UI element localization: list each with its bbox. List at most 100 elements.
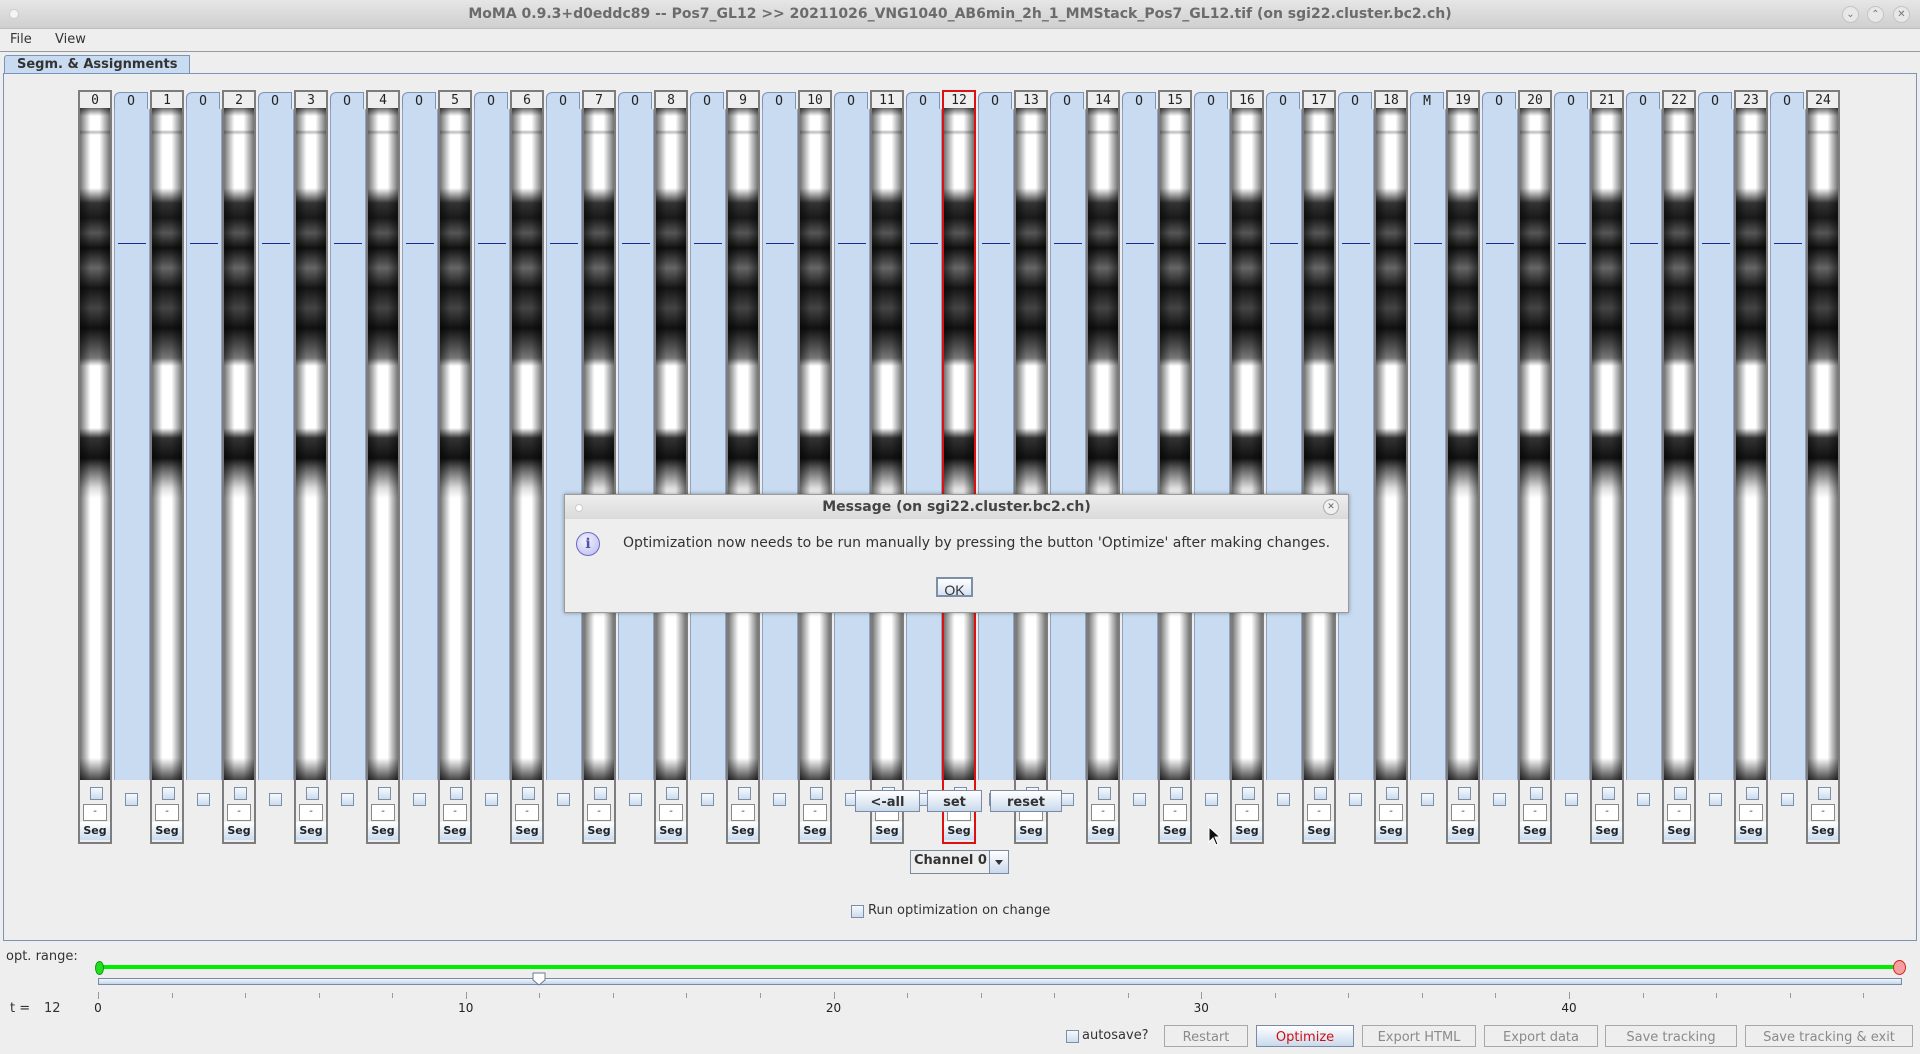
menu-file[interactable]: File	[10, 32, 32, 47]
run-optimization-checkbox[interactable]	[851, 905, 864, 918]
growthlane-image[interactable]	[726, 108, 760, 780]
assignment-view[interactable]	[978, 109, 1014, 780]
column-count-field[interactable]: -	[1595, 804, 1619, 821]
minimize-icon[interactable]: ⌄	[1842, 6, 1859, 23]
column-count-field[interactable]: -	[515, 804, 539, 821]
seg-button[interactable]: Seg	[1376, 822, 1406, 840]
column-count-field[interactable]: -	[803, 804, 827, 821]
save-tracking-button[interactable]: Save tracking	[1605, 1025, 1737, 1047]
seg-button[interactable]: Seg	[728, 822, 758, 840]
assignment-tab[interactable]: O	[1482, 92, 1516, 109]
assignment-checkbox[interactable]	[773, 793, 786, 806]
column-count-field[interactable]: -	[1523, 804, 1547, 821]
column-count-field[interactable]: -	[1235, 804, 1259, 821]
seg-button[interactable]: Seg	[1520, 822, 1550, 840]
growthlane-image[interactable]	[798, 108, 832, 780]
assignment-tab[interactable]: O	[978, 92, 1012, 109]
assignment-checkbox[interactable]	[125, 793, 138, 806]
column-count-field[interactable]: -	[587, 804, 611, 821]
column-checkbox[interactable]	[90, 787, 103, 800]
assignment-tab[interactable]: O	[1266, 92, 1300, 109]
assignment-tab[interactable]: O	[906, 92, 940, 109]
seg-button[interactable]: Seg	[1304, 822, 1334, 840]
export-html-button[interactable]: Export HTML	[1362, 1025, 1476, 1047]
growthlane-image[interactable]	[150, 108, 184, 780]
column-count-field[interactable]: -	[83, 804, 107, 821]
column-count-field[interactable]: -	[155, 804, 179, 821]
assignment-checkbox[interactable]	[1637, 793, 1650, 806]
assignment-view[interactable]	[762, 109, 798, 780]
assignment-checkbox[interactable]	[413, 793, 426, 806]
seg-button[interactable]: Seg	[1664, 822, 1694, 840]
column-count-field[interactable]: -	[1811, 804, 1835, 821]
assignment-checkbox[interactable]	[1565, 793, 1578, 806]
growthlane-image[interactable]	[654, 108, 688, 780]
seg-button[interactable]: Seg	[1232, 822, 1262, 840]
seg-button[interactable]: Seg	[1016, 822, 1046, 840]
growthlane-image[interactable]	[1446, 108, 1480, 780]
assignment-tab[interactable]: O	[690, 92, 724, 109]
column-checkbox[interactable]	[1818, 787, 1831, 800]
maximize-icon[interactable]: ⌃	[1867, 6, 1884, 23]
assignment-tab[interactable]: O	[402, 92, 436, 109]
column-count-field[interactable]: -	[299, 804, 323, 821]
column-checkbox[interactable]	[1242, 787, 1255, 800]
seg-button[interactable]: Seg	[656, 822, 686, 840]
seg-button[interactable]: Seg	[296, 822, 326, 840]
assignment-view[interactable]	[330, 109, 366, 780]
column-checkbox[interactable]	[306, 787, 319, 800]
assignment-checkbox[interactable]	[1205, 793, 1218, 806]
growthlane-image[interactable]	[942, 108, 976, 780]
seg-button[interactable]: Seg	[152, 822, 182, 840]
column-count-field[interactable]: -	[1091, 804, 1115, 821]
column-count-field[interactable]: -	[1451, 804, 1475, 821]
column-checkbox[interactable]	[1314, 787, 1327, 800]
assignment-view[interactable]	[1050, 109, 1086, 780]
assignment-view[interactable]	[474, 109, 510, 780]
growthlane-image[interactable]	[1302, 108, 1336, 780]
assignment-view[interactable]	[1410, 109, 1446, 780]
assignment-tab[interactable]: O	[330, 92, 364, 109]
growthlane-image[interactable]	[1734, 108, 1768, 780]
chevron-down-icon[interactable]	[989, 851, 1008, 873]
assignment-tab[interactable]: O	[258, 92, 292, 109]
tab-segm-assignments[interactable]: Segm. & Assignments	[4, 55, 191, 74]
growthlane-image[interactable]	[222, 108, 256, 780]
time-slider-track[interactable]	[98, 978, 1902, 985]
assignment-view[interactable]	[906, 109, 942, 780]
assignment-view[interactable]	[1266, 109, 1302, 780]
assignment-checkbox[interactable]	[629, 793, 642, 806]
growthlane-image[interactable]	[1230, 108, 1264, 780]
assignment-view[interactable]	[1626, 109, 1662, 780]
growthlane-image[interactable]	[366, 108, 400, 780]
seg-button[interactable]: Seg	[1808, 822, 1838, 840]
column-count-field[interactable]: -	[1163, 804, 1187, 821]
assignment-tab[interactable]: O	[1194, 92, 1228, 109]
column-checkbox[interactable]	[1674, 787, 1687, 800]
column-checkbox[interactable]	[450, 787, 463, 800]
assignment-view[interactable]	[402, 109, 438, 780]
opt-range-bar[interactable]	[98, 965, 1898, 969]
growthlane-image[interactable]	[294, 108, 328, 780]
time-slider-thumb[interactable]	[532, 972, 546, 986]
assignment-checkbox[interactable]	[341, 793, 354, 806]
assignment-checkbox[interactable]	[1493, 793, 1506, 806]
assignment-view[interactable]	[258, 109, 294, 780]
growthlane-image[interactable]	[870, 108, 904, 780]
growthlane-image[interactable]	[1662, 108, 1696, 780]
assignment-tab[interactable]: O	[186, 92, 220, 109]
growthlane-image[interactable]	[582, 108, 616, 780]
column-checkbox[interactable]	[1746, 787, 1759, 800]
set-button[interactable]: set	[927, 790, 982, 812]
assignment-checkbox[interactable]	[197, 793, 210, 806]
column-checkbox[interactable]	[1602, 787, 1615, 800]
optimize-button[interactable]: Optimize	[1256, 1025, 1354, 1047]
assignment-tab[interactable]: O	[618, 92, 652, 109]
column-count-field[interactable]: -	[1739, 804, 1763, 821]
column-count-field[interactable]: -	[227, 804, 251, 821]
dialog-close-icon[interactable]: ✕	[1323, 499, 1339, 515]
growthlane-image[interactable]	[1086, 108, 1120, 780]
reset-button[interactable]: reset	[990, 790, 1062, 812]
column-checkbox[interactable]	[810, 787, 823, 800]
column-checkbox[interactable]	[1170, 787, 1183, 800]
